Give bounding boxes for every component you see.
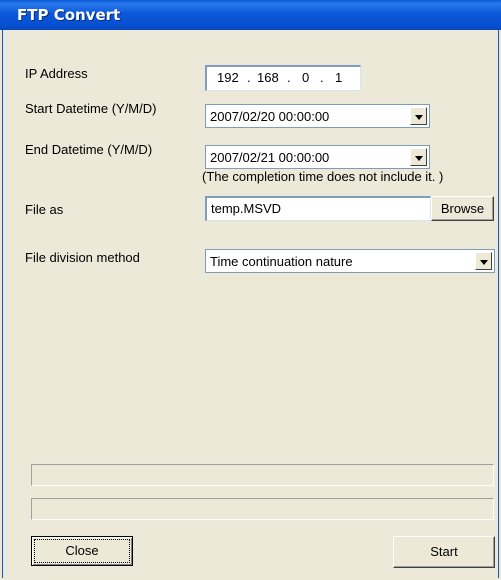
start-button[interactable]: Start	[393, 536, 495, 568]
progress-bar-2	[31, 498, 494, 520]
ip-dot: .	[320, 70, 324, 85]
file-name-value: temp.MSVD	[211, 201, 282, 216]
ip-address-label: IP Address	[25, 66, 88, 81]
file-division-select[interactable]: Time continuation nature	[205, 249, 495, 273]
window-title: FTP Convert	[17, 6, 121, 24]
completion-note: (The completion time does not include it…	[202, 169, 444, 184]
ip-octet-3[interactable]: 0	[302, 70, 309, 85]
chevron-down-icon[interactable]	[475, 252, 492, 270]
title-bar[interactable]: FTP Convert	[0, 0, 501, 30]
progress-bar-1	[31, 464, 494, 486]
close-button-label: Close	[34, 539, 130, 563]
ip-dot: .	[287, 70, 291, 85]
chevron-down-icon[interactable]	[410, 107, 427, 125]
end-datetime-value: 2007/02/21 00:00:00	[210, 150, 330, 165]
ip-octet-4[interactable]: 1	[335, 70, 342, 85]
end-datetime-label: End Datetime (Y/M/D)	[25, 142, 153, 157]
ip-octet-1[interactable]: 192	[217, 70, 239, 85]
file-division-label: File division method	[25, 250, 140, 265]
ftp-convert-window: FTP Convert IP Address 192 . 168 . 0 . 1…	[0, 0, 501, 580]
end-datetime-picker[interactable]: 2007/02/21 00:00:00	[205, 145, 430, 169]
ip-address-field[interactable]: 192 . 168 . 0 . 1	[205, 65, 361, 91]
file-division-value: Time continuation nature	[210, 254, 353, 269]
chevron-down-icon[interactable]	[410, 148, 427, 166]
ip-octet-2[interactable]: 168	[257, 70, 279, 85]
browse-button[interactable]: Browse	[431, 196, 494, 221]
start-datetime-value: 2007/02/20 00:00:00	[210, 109, 330, 124]
close-button[interactable]: Close	[31, 536, 133, 566]
start-datetime-picker[interactable]: 2007/02/20 00:00:00	[205, 104, 430, 128]
start-datetime-label: Start Datetime (Y/M/D)	[25, 101, 157, 116]
ip-dot: .	[247, 70, 251, 85]
file-as-label: File as	[25, 202, 64, 217]
file-name-input[interactable]: temp.MSVD	[205, 196, 431, 221]
